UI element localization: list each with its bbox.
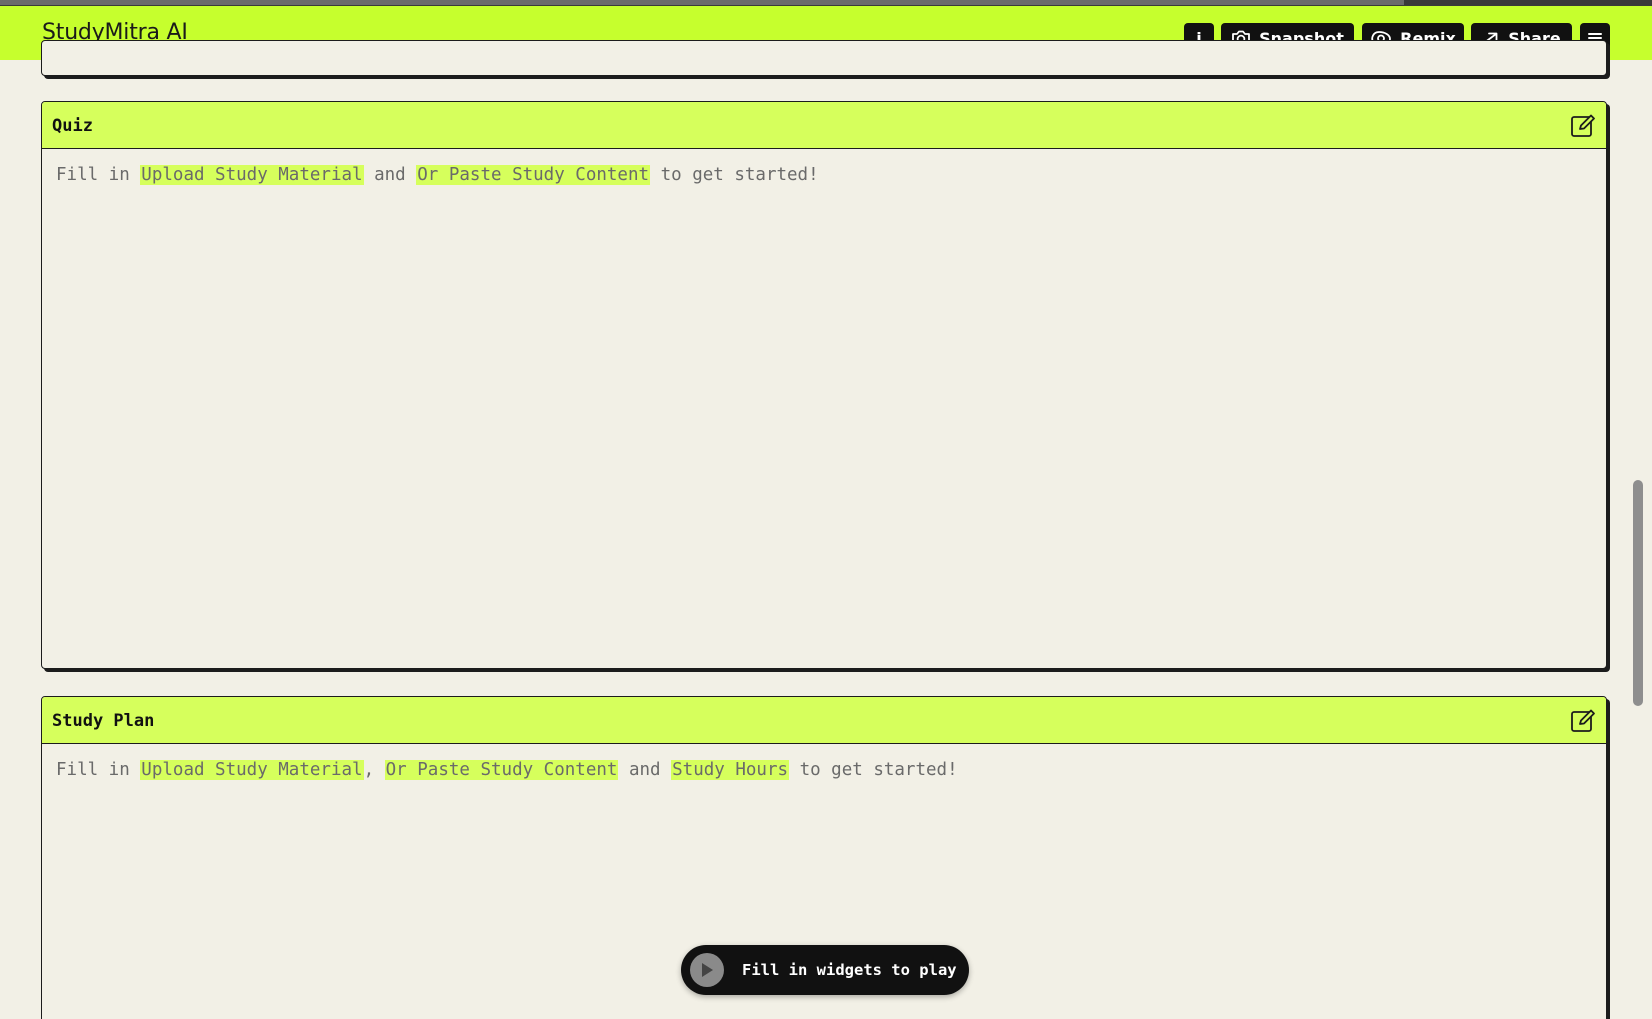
play-button-circle [690, 953, 724, 987]
app-window: StudyMitra AI i Snapshot Remix Share Qui… [0, 0, 1652, 1019]
field-link-study-hours[interactable]: Study Hours [671, 760, 790, 780]
prompt-text: Fill in [56, 760, 141, 780]
card-title: Quiz [52, 116, 93, 136]
study-plan-card-header: Study Plan [42, 697, 1606, 744]
field-link-upload-study-material[interactable]: Upload Study Material [140, 165, 364, 185]
scrollbar-thumb[interactable] [1633, 480, 1643, 706]
study-plan-empty-prompt: Fill in Upload Study Material, Or Paste … [42, 744, 1606, 796]
prompt-text: to get started! [650, 165, 819, 185]
play-widgets-button[interactable]: Fill in widgets to play [681, 945, 969, 995]
quiz-card: Quiz Fill in Upload Study Material and O… [41, 101, 1607, 669]
prompt-text: and [618, 760, 672, 780]
edit-icon[interactable] [1570, 113, 1596, 139]
card-title: Study Plan [52, 711, 155, 731]
quiz-empty-prompt: Fill in Upload Study Material and Or Pas… [42, 149, 1606, 201]
prompt-text: Fill in [56, 165, 141, 185]
play-icon [702, 963, 713, 977]
field-link-upload-study-material[interactable]: Upload Study Material [140, 760, 364, 780]
field-link-paste-study-content[interactable]: Or Paste Study Content [416, 165, 651, 185]
quiz-card-header: Quiz [42, 102, 1606, 149]
prompt-text: , [363, 760, 385, 780]
prompt-text: to get started! [789, 760, 958, 780]
play-label: Fill in widgets to play [742, 961, 957, 979]
previous-card-bottom [41, 40, 1607, 76]
field-link-paste-study-content[interactable]: Or Paste Study Content [384, 760, 619, 780]
prompt-text: and [363, 165, 417, 185]
edit-icon[interactable] [1570, 708, 1596, 734]
